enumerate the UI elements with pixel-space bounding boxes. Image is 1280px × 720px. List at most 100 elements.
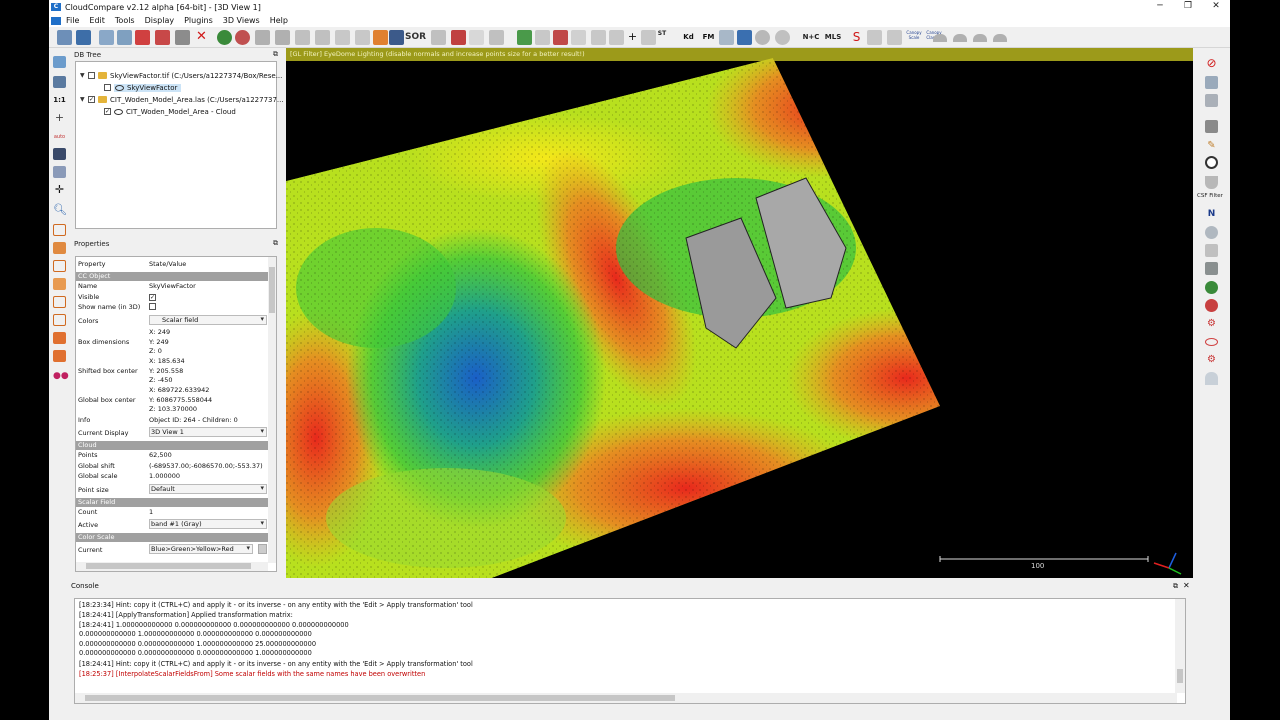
- noise-filter-icon[interactable]: [431, 30, 446, 45]
- hough-icon[interactable]: [867, 30, 882, 45]
- sphere-tool-icon[interactable]: [1205, 226, 1218, 239]
- properties-vscroll[interactable]: [268, 257, 276, 563]
- clone-icon[interactable]: [99, 30, 114, 45]
- save-icon[interactable]: [76, 30, 91, 45]
- console-vscroll[interactable]: [1175, 599, 1185, 693]
- view-front-icon[interactable]: [53, 242, 66, 254]
- animation-icon[interactable]: [887, 30, 902, 45]
- kd-tree-button[interactable]: Kd: [681, 30, 696, 45]
- rotation-lock-icon[interactable]: [53, 148, 66, 160]
- delete-sf-icon[interactable]: [641, 30, 656, 45]
- visibility-checkbox[interactable]: [104, 84, 111, 91]
- layer-icon-2[interactable]: [1205, 94, 1218, 107]
- measure-icon[interactable]: [355, 30, 370, 45]
- flickr-icon[interactable]: ●●: [53, 370, 69, 382]
- sf-filter-icon[interactable]: [469, 30, 484, 45]
- float-icon[interactable]: ⧉: [273, 50, 278, 59]
- merge-icon[interactable]: [117, 30, 132, 45]
- sf-gradient-icon[interactable]: [451, 30, 466, 45]
- film-icon[interactable]: [1205, 120, 1218, 133]
- scroll-thumb[interactable]: [269, 267, 275, 313]
- st-plugin-button[interactable]: ST: [655, 30, 669, 45]
- view-bottom-icon[interactable]: [53, 314, 66, 326]
- restore-button[interactable]: ❐: [1174, 0, 1202, 14]
- menu-display[interactable]: Display: [140, 16, 180, 25]
- view-right-icon[interactable]: [53, 296, 66, 308]
- close-button[interactable]: ✕: [1202, 0, 1230, 14]
- sphere-icon[interactable]: [755, 30, 770, 45]
- add-constant-sf-icon[interactable]: [591, 30, 606, 45]
- layer-icon-1[interactable]: [1205, 76, 1218, 89]
- delete-icon[interactable]: ✕: [194, 30, 209, 45]
- color-scale-editor-icon[interactable]: [258, 544, 267, 554]
- subsample-icon[interactable]: [235, 30, 250, 45]
- sf-arithmetic-icon[interactable]: [553, 30, 568, 45]
- canopy-scale-button[interactable]: Canopy Scale: [905, 30, 923, 45]
- shield-icon[interactable]: [1205, 176, 1218, 189]
- scroll-thumb[interactable]: [86, 563, 251, 569]
- pivot-icon[interactable]: +: [53, 112, 66, 124]
- segment-icon[interactable]: [155, 30, 170, 45]
- tree-item-skyviewfactor[interactable]: SkyViewFactor: [104, 82, 182, 93]
- ellipse-icon[interactable]: [1205, 338, 1218, 346]
- zoom-icon[interactable]: 🔍︎: [53, 204, 67, 216]
- show-name-checkbox[interactable]: [149, 303, 156, 310]
- tree-item-woden-las[interactable]: ▼ ✓ CIT_Woden_Model_Area.las (C:/Users/a…: [80, 94, 284, 105]
- translate-rotate-icon[interactable]: [135, 30, 150, 45]
- compass-icon[interactable]: [1205, 156, 1218, 169]
- float-icon[interactable]: ⧉: [273, 239, 278, 248]
- statistics-icon[interactable]: [535, 30, 550, 45]
- active-sf-dropdown[interactable]: band #1 (Gray): [149, 519, 267, 529]
- plane-tool-icon[interactable]: [1205, 244, 1218, 257]
- ssao-icon[interactable]: [775, 30, 790, 45]
- dome-icon[interactable]: [1205, 372, 1218, 385]
- cross-section-icon[interactable]: [175, 30, 190, 45]
- view-left-icon[interactable]: [53, 260, 66, 272]
- export-sf-icon[interactable]: [609, 30, 624, 45]
- ransac-icon[interactable]: [737, 30, 752, 45]
- green-ball-icon[interactable]: [1205, 281, 1218, 294]
- visibility-checkbox[interactable]: ✓: [104, 108, 111, 115]
- view-iso1-icon[interactable]: [53, 332, 66, 344]
- camera-icon[interactable]: [53, 76, 66, 88]
- terrain-icon-2[interactable]: [953, 34, 967, 42]
- sf-to-rgb-icon[interactable]: [571, 30, 586, 45]
- colors-dropdown[interactable]: Scalar field: [149, 315, 267, 325]
- rgb-icon[interactable]: [1205, 299, 1218, 312]
- mesh-icon[interactable]: [373, 30, 388, 45]
- view-iso2-icon[interactable]: [53, 350, 66, 362]
- color-scale-icon[interactable]: [489, 30, 504, 45]
- menu-help[interactable]: Help: [265, 16, 293, 25]
- grid-tool-icon[interactable]: [1205, 262, 1218, 275]
- gear-red-icon[interactable]: ⚙: [1205, 354, 1218, 367]
- properties-hscroll[interactable]: [76, 562, 268, 571]
- perspective-icon[interactable]: [53, 166, 66, 178]
- csf-filter-label[interactable]: CSF Filter: [1197, 193, 1223, 199]
- scroll-thumb[interactable]: [85, 695, 675, 701]
- menu-edit[interactable]: Edit: [84, 16, 110, 25]
- histogram-icon[interactable]: [517, 30, 532, 45]
- mdi-icon[interactable]: [51, 16, 61, 25]
- add-point-icon[interactable]: +: [625, 30, 640, 45]
- terrain-icon-1[interactable]: [933, 34, 947, 42]
- visibility-checkbox[interactable]: [88, 72, 95, 79]
- raster-icon[interactable]: [389, 30, 404, 45]
- view-top-icon[interactable]: [53, 224, 66, 236]
- terrain-icon-3[interactable]: [973, 34, 987, 42]
- menu-3d-views[interactable]: 3D Views: [218, 16, 265, 25]
- point-size-dropdown[interactable]: Default: [149, 484, 267, 494]
- scroll-thumb[interactable]: [1177, 669, 1183, 683]
- npc-button[interactable]: N+C: [801, 30, 821, 45]
- distance-icon[interactable]: [335, 30, 350, 45]
- tree-item-woden-cloud[interactable]: ✓ CIT_Woden_Model_Area - Cloud: [104, 106, 236, 117]
- color-scale-dropdown[interactable]: Blue>Green>Yellow>Red: [149, 544, 253, 554]
- gear-icon[interactable]: ⚙: [1205, 318, 1218, 331]
- terrain-icon-4[interactable]: [993, 34, 1007, 42]
- mls-button[interactable]: MLS: [823, 30, 843, 45]
- float-icon[interactable]: ⧉: [1173, 582, 1178, 591]
- expand-icon[interactable]: ▼: [80, 96, 88, 103]
- register-icon[interactable]: [315, 30, 330, 45]
- console-hscroll[interactable]: [75, 693, 1177, 703]
- minimize-button[interactable]: ─: [1146, 0, 1174, 14]
- auto-pivot-button[interactable]: auto: [53, 130, 66, 142]
